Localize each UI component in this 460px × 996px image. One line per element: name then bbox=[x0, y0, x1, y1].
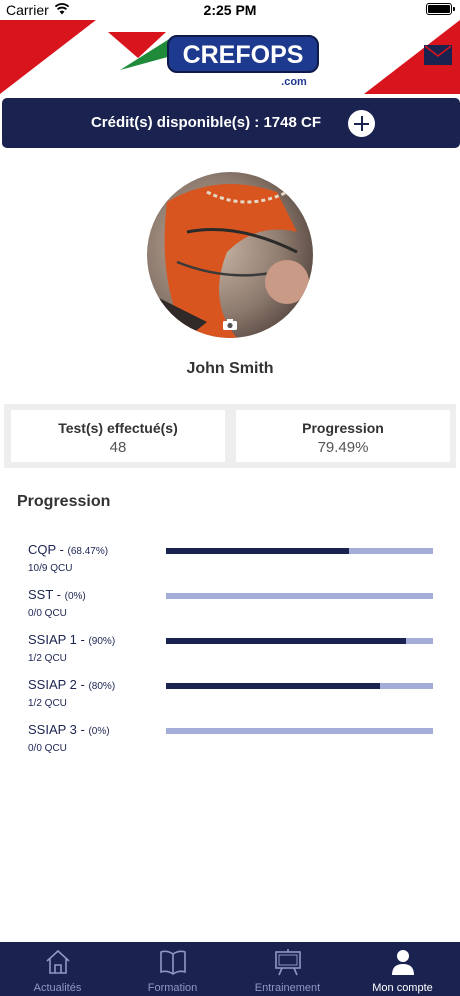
battery-icon bbox=[426, 3, 455, 15]
logo-suffix: .com bbox=[281, 76, 307, 88]
progress-row-ssiap1: SSIAP 1 - (90%) 1/2 QCU bbox=[28, 632, 434, 677]
progress-row-cqp: CQP - (68.47%) 10/9 QCU bbox=[28, 542, 434, 587]
progress-fill bbox=[166, 683, 380, 689]
app-header: CREFOPS .com bbox=[0, 20, 460, 94]
course-percent: (0%) bbox=[88, 726, 110, 737]
credit-banner: Crédit(s) disponible(s) : 1748 CF bbox=[2, 98, 460, 148]
person-icon bbox=[392, 950, 414, 975]
progress-list: CQP - (68.47%) 10/9 QCU SST - (0%) 0/0 Q… bbox=[28, 542, 434, 767]
avatar[interactable] bbox=[147, 172, 313, 338]
tab-formation[interactable]: Formation bbox=[115, 942, 230, 996]
stat-tests-value: 48 bbox=[109, 439, 127, 456]
stat-progression: Progression 79.49% bbox=[236, 410, 450, 462]
progress-fill bbox=[166, 638, 407, 644]
house-icon bbox=[46, 949, 70, 974]
course-qcu: 1/2 QCU bbox=[28, 698, 67, 709]
course-qcu: 0/0 QCU bbox=[28, 743, 67, 754]
progress-track bbox=[166, 593, 433, 599]
course-name: SST - (0%) bbox=[28, 587, 86, 602]
stat-tests-label: Test(s) effectué(s) bbox=[58, 420, 178, 436]
tab-bar: Actualités Formation Entrainement Mon co… bbox=[0, 942, 460, 996]
progress-track bbox=[166, 548, 433, 554]
crefops-logo: CREFOPS .com bbox=[108, 32, 319, 88]
course-qcu: 1/2 QCU bbox=[28, 653, 67, 664]
easel-icon bbox=[275, 949, 301, 976]
status-bar: Carrier 2:25 PM bbox=[0, 0, 460, 20]
progression-title: Progression bbox=[17, 493, 111, 510]
clock: 2:25 PM bbox=[203, 2, 257, 18]
tab-formation-label: Formation bbox=[147, 982, 198, 994]
tab-actualites-label: Actualités bbox=[33, 982, 82, 994]
progress-track bbox=[166, 638, 433, 644]
tab-mon-compte[interactable]: Mon compte bbox=[345, 942, 460, 996]
progress-row-ssiap3: SSIAP 3 - (0%) 0/0 QCU bbox=[28, 722, 434, 767]
plus-circle-icon[interactable] bbox=[348, 110, 375, 137]
progress-row-sst: SST - (0%) 0/0 QCU bbox=[28, 587, 434, 632]
course-name: CQP - (68.47%) bbox=[28, 542, 109, 557]
header-decor-left bbox=[0, 20, 96, 94]
camera-icon[interactable] bbox=[223, 319, 237, 330]
course-name: SSIAP 3 - (0%) bbox=[28, 722, 110, 737]
progress-row-ssiap2: SSIAP 2 - (80%) 1/2 QCU bbox=[28, 677, 434, 722]
progress-track bbox=[166, 728, 433, 734]
course-percent: (0%) bbox=[64, 591, 86, 602]
course-qcu: 0/0 QCU bbox=[28, 608, 67, 619]
course-percent: (68.47%) bbox=[67, 546, 109, 557]
tab-mon-compte-label: Mon compte bbox=[372, 982, 433, 994]
stat-progression-value: 79.49% bbox=[317, 439, 369, 456]
course-name: SSIAP 1 - (90%) bbox=[28, 632, 116, 647]
user-name: John Smith bbox=[186, 360, 274, 377]
tab-entrainement-label: Entrainement bbox=[254, 982, 321, 994]
course-percent: (80%) bbox=[88, 681, 116, 692]
stat-progression-label: Progression bbox=[302, 420, 384, 436]
envelope-icon[interactable] bbox=[424, 45, 452, 65]
course-percent: (90%) bbox=[88, 636, 116, 647]
progress-track bbox=[166, 683, 433, 689]
tab-entrainement[interactable]: Entrainement bbox=[230, 942, 345, 996]
book-icon bbox=[160, 950, 186, 975]
progress-fill bbox=[166, 548, 349, 554]
logo-text: CREFOPS bbox=[183, 41, 304, 69]
course-qcu: 10/9 QCU bbox=[28, 563, 73, 574]
course-name: SSIAP 2 - (80%) bbox=[28, 677, 116, 692]
stats-panel: Test(s) effectué(s) 48 Progression 79.49… bbox=[4, 404, 456, 468]
stat-tests: Test(s) effectué(s) 48 bbox=[11, 410, 225, 462]
tab-actualites[interactable]: Actualités bbox=[0, 942, 115, 996]
